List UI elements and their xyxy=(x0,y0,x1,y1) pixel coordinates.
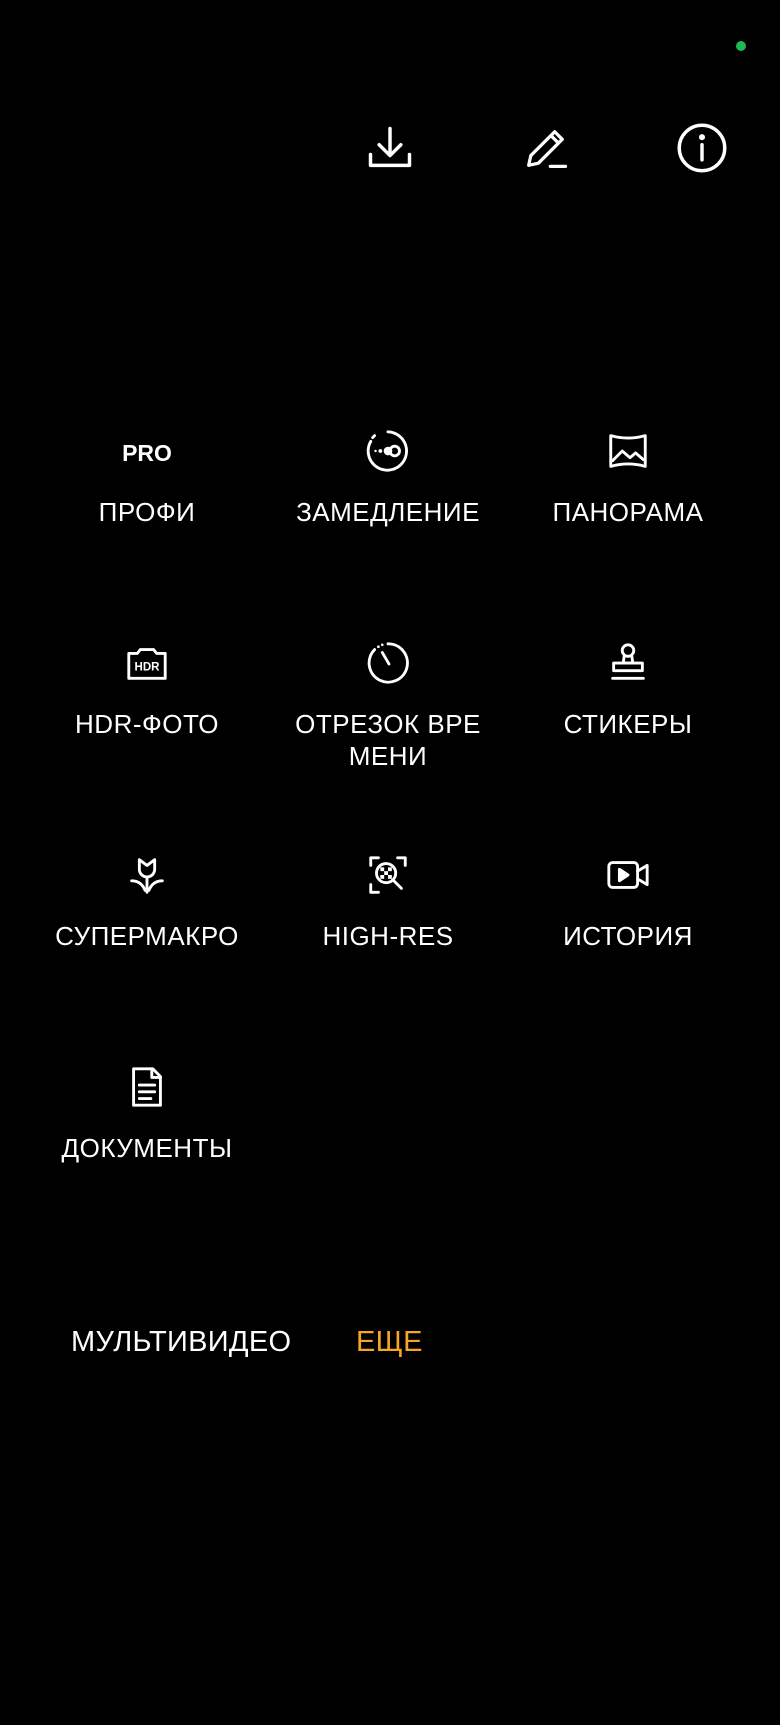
status-indicator-dot xyxy=(736,41,746,51)
mode-high-res[interactable]: HIGH-RES xyxy=(268,854,508,952)
document-icon xyxy=(124,1064,170,1115)
top-toolbar xyxy=(0,120,780,180)
mode-stickers[interactable]: СТИКЕРЫ xyxy=(508,642,748,740)
timelapse-icon xyxy=(365,640,411,691)
download-icon xyxy=(364,122,416,179)
edit-button[interactable] xyxy=(516,120,576,180)
mode-label: ДОКУМЕНТЫ xyxy=(61,1133,233,1163)
mode-label: СТИКЕРЫ xyxy=(563,709,693,739)
high-res-icon xyxy=(365,852,411,903)
macro-flower-icon xyxy=(124,852,170,903)
slow-motion-icon xyxy=(365,428,411,479)
tab-multivideo[interactable]: МУЛЬТИВИДЕО xyxy=(71,1326,291,1359)
mode-label: ПРОФИ xyxy=(98,497,196,527)
hdr-icon: HDR xyxy=(124,640,170,691)
info-button[interactable] xyxy=(672,120,732,180)
mode-label: ОТРЕЗОК ВРЕМЕНИ xyxy=(295,709,481,771)
tab-more[interactable]: ЕЩЕ xyxy=(356,1326,423,1359)
story-video-icon xyxy=(605,852,651,903)
download-button[interactable] xyxy=(360,120,420,180)
mode-timelapse[interactable]: ОТРЕЗОК ВРЕМЕНИ xyxy=(268,640,508,772)
mode-panorama[interactable]: ПАНОРАМА xyxy=(508,430,748,528)
pro-text-icon: PRO xyxy=(122,439,172,466)
mode-label: ПАНОРАМА xyxy=(552,497,704,527)
mode-supermacro[interactable]: СУПЕРМАКРО xyxy=(27,854,267,952)
mode-story[interactable]: ИСТОРИЯ xyxy=(508,854,748,952)
mode-label: ИСТОРИЯ xyxy=(563,921,693,951)
mode-switcher-bar: МУЛЬТИВИДЕО ЕЩЕ xyxy=(0,1326,780,1366)
mode-pro[interactable]: PRO ПРОФИ xyxy=(27,430,267,528)
panorama-icon xyxy=(605,428,651,479)
mode-documents[interactable]: ДОКУМЕНТЫ xyxy=(27,1066,267,1164)
mode-label: ЗАМЕДЛЕНИЕ xyxy=(296,497,480,527)
mode-hdr[interactable]: HDR HDR-ФОТО xyxy=(27,642,267,740)
mode-label: HIGH-RES xyxy=(322,921,454,951)
sticker-stamp-icon xyxy=(605,640,651,691)
pencil-icon xyxy=(520,122,572,179)
info-icon xyxy=(676,122,728,179)
mode-slow-motion[interactable]: ЗАМЕДЛЕНИЕ xyxy=(268,428,508,528)
mode-label: HDR-ФОТО xyxy=(75,709,219,739)
svg-text:HDR: HDR xyxy=(135,661,161,673)
mode-label: СУПЕРМАКРО xyxy=(55,921,239,951)
